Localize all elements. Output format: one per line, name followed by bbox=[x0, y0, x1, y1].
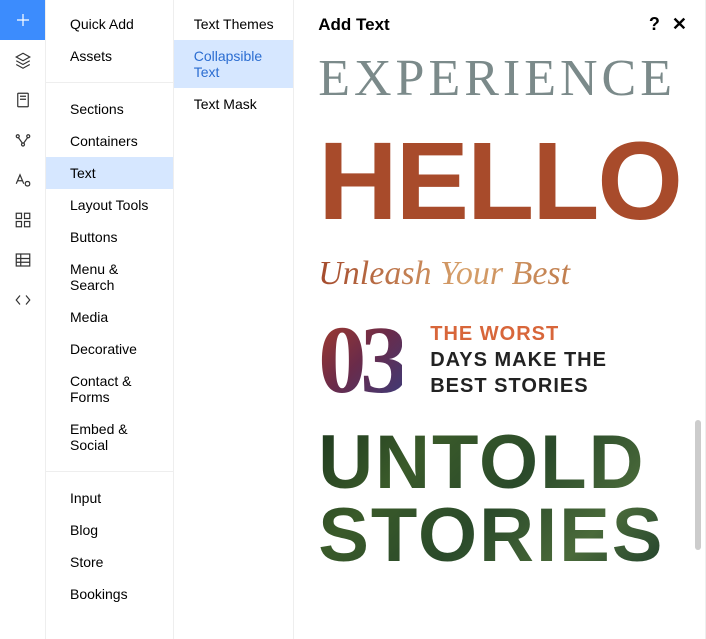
subcategory-list: Text Themes Collapsible Text Text Mask bbox=[174, 0, 295, 639]
cat-contact-forms[interactable]: Contact & Forms bbox=[46, 365, 173, 413]
cat-assets[interactable]: Assets bbox=[46, 40, 173, 72]
cat-store[interactable]: Store bbox=[46, 546, 173, 578]
cat-buttons[interactable]: Buttons bbox=[46, 221, 173, 253]
scrollbar-thumb[interactable] bbox=[695, 420, 701, 550]
sample-03-worst[interactable]: 03 THE WORST DAYS MAKE THE BEST STORIES bbox=[318, 317, 681, 403]
sample-03-number: 03 bbox=[318, 317, 402, 403]
sample-03-line3: BEST STORIES bbox=[430, 373, 607, 399]
cat-blog[interactable]: Blog bbox=[46, 514, 173, 546]
cat-containers[interactable]: Containers bbox=[46, 125, 173, 157]
code-icon[interactable] bbox=[0, 280, 45, 320]
text-style-icon[interactable] bbox=[0, 160, 45, 200]
cat-menu-search[interactable]: Menu & Search bbox=[46, 253, 173, 301]
nodes-icon[interactable] bbox=[0, 120, 45, 160]
sample-unleash[interactable]: Unleash Your Best bbox=[318, 255, 681, 293]
page-icon[interactable] bbox=[0, 80, 45, 120]
help-icon[interactable]: ? bbox=[649, 14, 660, 35]
sub-collapsible-text[interactable]: Collapsible Text bbox=[174, 40, 294, 88]
divider bbox=[46, 471, 173, 472]
sample-experience[interactable]: EXPERIENCE bbox=[318, 49, 681, 108]
add-icon[interactable] bbox=[0, 0, 45, 40]
sample-03-caption: THE WORST DAYS MAKE THE BEST STORIES bbox=[430, 321, 607, 399]
add-panel: Quick Add Assets Sections Containers Tex… bbox=[0, 0, 706, 639]
sample-hello[interactable]: HELLO bbox=[318, 132, 681, 231]
cat-layout-tools[interactable]: Layout Tools bbox=[46, 189, 173, 221]
sample-untold-line1: UNTOLD bbox=[318, 427, 681, 499]
text-samples-gallery[interactable]: EXPERIENCE HELLO Unleash Your Best 03 TH… bbox=[294, 45, 705, 639]
sub-text-mask[interactable]: Text Mask bbox=[174, 88, 294, 120]
left-icon-rail bbox=[0, 0, 45, 639]
sample-03-line1: THE WORST bbox=[430, 321, 607, 347]
table-icon[interactable] bbox=[0, 240, 45, 280]
cat-decorative[interactable]: Decorative bbox=[46, 333, 173, 365]
cat-bookings[interactable]: Bookings bbox=[46, 578, 173, 610]
cat-media[interactable]: Media bbox=[46, 301, 173, 333]
close-icon[interactable]: ✕ bbox=[672, 14, 687, 35]
main-panel: Add Text ? ✕ EXPERIENCE HELLO Unleash Yo… bbox=[294, 0, 705, 639]
sample-03-line2: DAYS MAKE THE bbox=[430, 347, 607, 373]
sample-untold-line2: STORIES bbox=[318, 500, 681, 572]
cat-text[interactable]: Text bbox=[46, 157, 173, 189]
sample-untold-stories[interactable]: UNTOLD STORIES bbox=[318, 427, 681, 571]
panel-title: Add Text bbox=[318, 15, 389, 35]
grid-icon[interactable] bbox=[0, 200, 45, 240]
cat-quick-add[interactable]: Quick Add bbox=[46, 8, 173, 40]
cat-input[interactable]: Input bbox=[46, 482, 173, 514]
layers-icon[interactable] bbox=[0, 40, 45, 80]
sub-text-themes[interactable]: Text Themes bbox=[174, 8, 294, 40]
header-actions: ? ✕ bbox=[649, 14, 687, 35]
panel-header: Add Text ? ✕ bbox=[294, 0, 705, 45]
category-list: Quick Add Assets Sections Containers Tex… bbox=[45, 0, 174, 639]
cat-sections[interactable]: Sections bbox=[46, 93, 173, 125]
divider bbox=[46, 82, 173, 83]
cat-embed-social[interactable]: Embed & Social bbox=[46, 413, 173, 461]
